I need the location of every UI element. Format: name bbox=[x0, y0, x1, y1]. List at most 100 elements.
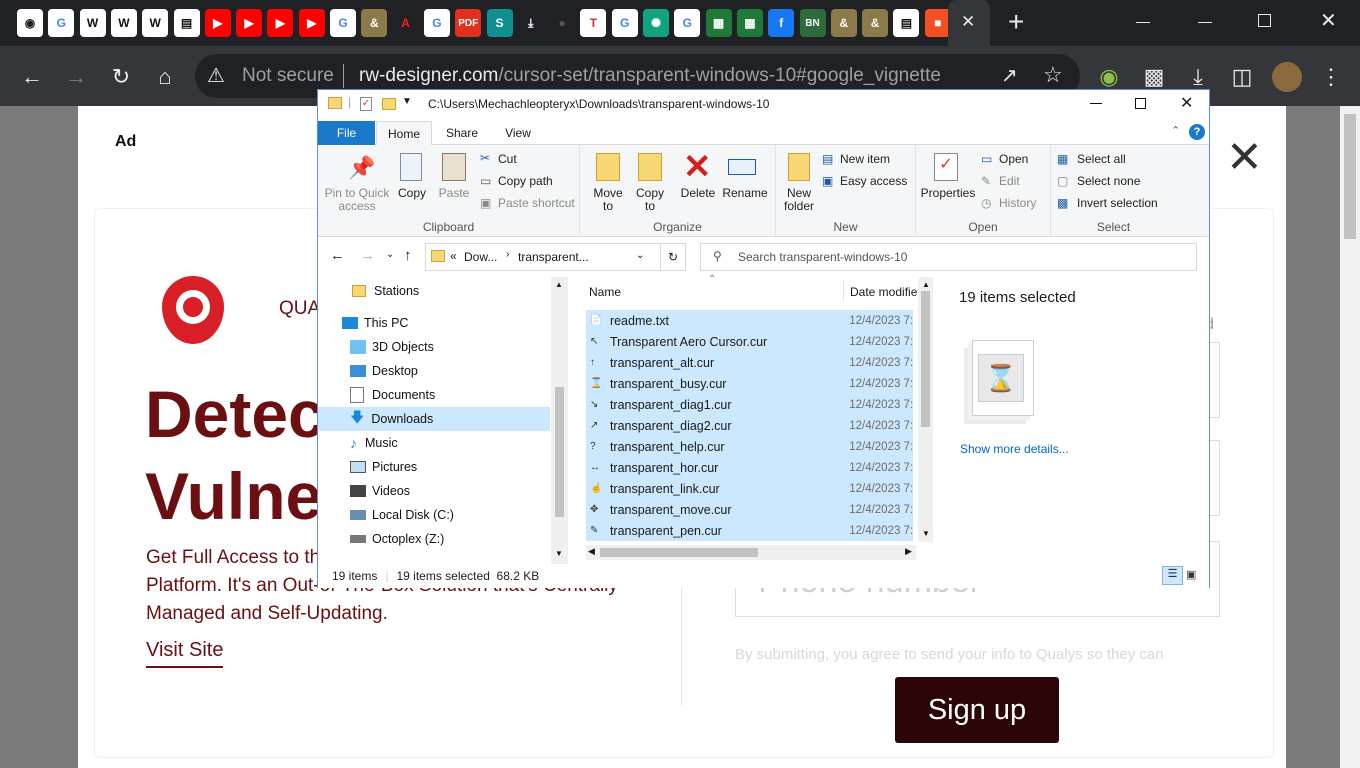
cut-button[interactable]: Cut bbox=[498, 152, 517, 166]
open-button[interactable]: Open bbox=[999, 152, 1028, 166]
file-row[interactable]: ☝ transparent_link.cur 12/4/2023 7:5 bbox=[586, 478, 913, 499]
file-row[interactable]: ✥ transparent_move.cur 12/4/2023 7:5 bbox=[586, 499, 913, 520]
github-icon[interactable]: ● bbox=[549, 9, 576, 37]
download-icon[interactable]: ⤓ bbox=[517, 9, 544, 37]
scrollbar-thumb[interactable] bbox=[555, 387, 564, 517]
nav-item-stations[interactable]: Stations bbox=[318, 279, 550, 303]
rename-button[interactable]: Rename bbox=[720, 187, 770, 200]
active-tab[interactable]: ✕ bbox=[948, 0, 990, 46]
chevron-down-icon[interactable]: ⌄ bbox=[636, 250, 644, 261]
breadcrumb-overflow[interactable]: « bbox=[450, 249, 457, 263]
facebook-icon[interactable]: f bbox=[768, 9, 795, 37]
extensions-puzzle-icon[interactable]: ▩ bbox=[1139, 62, 1169, 92]
google-icon[interactable]: G bbox=[674, 9, 701, 37]
collapse-ribbon-icon[interactable]: ⌃ bbox=[1171, 124, 1180, 137]
bn-icon[interactable]: BN bbox=[799, 9, 826, 37]
nav-item-videos[interactable]: Videos bbox=[318, 479, 550, 503]
select-none-button[interactable]: Select none bbox=[1077, 174, 1140, 188]
qat-dropdown-icon[interactable]: ▼ bbox=[402, 96, 412, 107]
t-icon[interactable]: T bbox=[580, 9, 607, 37]
ampersand-icon[interactable]: & bbox=[830, 9, 857, 37]
menu-kebab-icon[interactable]: ⋮ bbox=[1316, 62, 1346, 92]
list-hscrollbar[interactable]: ◀ ▶ bbox=[586, 545, 916, 560]
google-icon[interactable]: G bbox=[611, 9, 638, 37]
file-row[interactable]: ✎ transparent_pen.cur 12/4/2023 7:5 bbox=[586, 520, 913, 541]
scrollbar-thumb[interactable] bbox=[921, 291, 930, 427]
extension-frog-icon[interactable]: ◉ bbox=[1094, 62, 1124, 92]
breadcrumb-downloads[interactable]: Dow... bbox=[464, 250, 497, 264]
ampersand-icon[interactable]: & bbox=[862, 9, 889, 37]
column-date[interactable]: Date modifie bbox=[850, 285, 917, 299]
forward-icon[interactable]: → bbox=[360, 247, 375, 264]
microsoft-icon[interactable]: ■ bbox=[924, 9, 951, 37]
edit-button[interactable]: Edit bbox=[999, 174, 1020, 188]
chevron-right-icon[interactable]: › bbox=[506, 249, 509, 260]
paste-button[interactable]: Paste bbox=[436, 187, 472, 200]
youtube-icon[interactable]: ▶ bbox=[298, 9, 325, 37]
file-row[interactable]: 📄 readme.txt 12/4/2023 7:5 bbox=[586, 310, 913, 331]
list-vscrollbar[interactable]: ▲ ▼ bbox=[918, 277, 933, 542]
wikipedia-icon[interactable]: W bbox=[79, 9, 106, 37]
minimize-icon[interactable] bbox=[1090, 103, 1102, 104]
copy-to-button[interactable]: Copy to bbox=[630, 187, 670, 213]
breadcrumb-current[interactable]: transparent... bbox=[518, 250, 589, 264]
move-to-button[interactable]: Move to bbox=[588, 187, 628, 213]
s-icon[interactable]: S bbox=[486, 9, 513, 37]
google-icon[interactable]: G bbox=[48, 9, 75, 37]
home-icon[interactable]: ⌂ bbox=[150, 62, 180, 92]
wikipedia-icon[interactable]: W bbox=[110, 9, 137, 37]
nav-item-this-pc[interactable]: This PC bbox=[318, 311, 550, 335]
nav-item-pictures[interactable]: Pictures bbox=[318, 455, 550, 479]
easy-access-button[interactable]: Easy access bbox=[840, 174, 907, 188]
pin-quick-access-button[interactable]: Pin to Quick access bbox=[324, 187, 390, 213]
nav-item-3d-objects[interactable]: 3D Objects bbox=[318, 335, 550, 359]
sheets-icon[interactable]: ▦ bbox=[736, 9, 763, 37]
google-icon[interactable]: G bbox=[423, 9, 450, 37]
url-text[interactable]: rw-designer.com/cursor-set/transparent-w… bbox=[359, 65, 941, 87]
youtube-icon[interactable]: ▶ bbox=[236, 9, 263, 37]
copy-path-button[interactable]: Copy path bbox=[498, 174, 553, 188]
refresh-button[interactable]: ↻ bbox=[660, 243, 686, 271]
side-panel-icon[interactable]: ◫ bbox=[1227, 62, 1257, 92]
restore-icon[interactable] bbox=[1258, 14, 1271, 27]
ampersand-icon[interactable]: & bbox=[361, 9, 388, 37]
share-icon[interactable]: ↗ bbox=[1001, 63, 1018, 88]
nav-item-music[interactable]: ♪ Music bbox=[318, 431, 550, 455]
close-ad-icon[interactable]: ✕ bbox=[1226, 132, 1263, 183]
file-row[interactable]: ⌛ transparent_busy.cur 12/4/2023 7:5 bbox=[586, 373, 913, 394]
adobe-icon[interactable]: A bbox=[392, 9, 419, 37]
file-row[interactable]: ↘ transparent_diag1.cur 12/4/2023 7:5 bbox=[586, 394, 913, 415]
file-row[interactable]: ↗ transparent_diag2.cur 12/4/2023 7:5 bbox=[586, 415, 913, 436]
close-icon[interactable]: ✕ bbox=[1180, 93, 1193, 113]
file-row[interactable]: ↑ transparent_alt.cur 12/4/2023 7:5 bbox=[586, 352, 913, 373]
reload-icon[interactable]: ↻ bbox=[106, 62, 136, 92]
file-row[interactable]: ↖ Transparent Aero Cursor.cur 12/4/2023 7:… bbox=[586, 331, 913, 352]
pdf-icon[interactable]: PDF bbox=[455, 9, 482, 37]
terminal-icon[interactable]: ▤ bbox=[173, 9, 200, 37]
youtube-icon[interactable]: ▶ bbox=[204, 9, 231, 37]
recent-dropdown-icon[interactable]: ⌄ bbox=[386, 249, 394, 260]
tab-share[interactable]: Share bbox=[438, 121, 486, 145]
nav-item-octoplex[interactable]: Octoplex (Z:) bbox=[318, 527, 550, 551]
google-icon[interactable]: G bbox=[330, 9, 356, 37]
details-view-icon[interactable]: ☰ bbox=[1162, 566, 1183, 585]
up-icon[interactable]: ↑ bbox=[404, 247, 412, 264]
back-icon[interactable]: ← bbox=[17, 62, 47, 92]
file-row[interactable]: ? transparent_help.cur 12/4/2023 7:5 bbox=[586, 436, 913, 457]
warning-icon[interactable]: ⚠ bbox=[207, 63, 225, 88]
nav-item-local-disk[interactable]: Local Disk (C:) bbox=[318, 503, 550, 527]
page-scrollbar[interactable] bbox=[1340, 106, 1360, 768]
scrollbar-thumb[interactable] bbox=[600, 548, 758, 557]
nav-item-documents[interactable]: Documents bbox=[318, 383, 550, 407]
nav-item-desktop[interactable]: Desktop bbox=[318, 359, 550, 383]
nav-scrollbar[interactable]: ▲ ▼ bbox=[551, 277, 568, 564]
youtube-icon[interactable]: ▶ bbox=[267, 9, 294, 37]
paste-shortcut-button[interactable]: Paste shortcut bbox=[498, 196, 575, 210]
breadcrumb[interactable]: « Dow... › transparent... ⌄ bbox=[425, 243, 661, 271]
close-tab-icon[interactable]: ✕ bbox=[961, 12, 975, 32]
sheets-icon[interactable]: ▦ bbox=[705, 9, 732, 37]
new-folder-button[interactable]: New folder bbox=[778, 187, 820, 213]
back-icon[interactable]: ← bbox=[330, 247, 345, 264]
select-all-button[interactable]: Select all bbox=[1077, 152, 1126, 166]
invert-selection-button[interactable]: Invert selection bbox=[1077, 196, 1158, 210]
